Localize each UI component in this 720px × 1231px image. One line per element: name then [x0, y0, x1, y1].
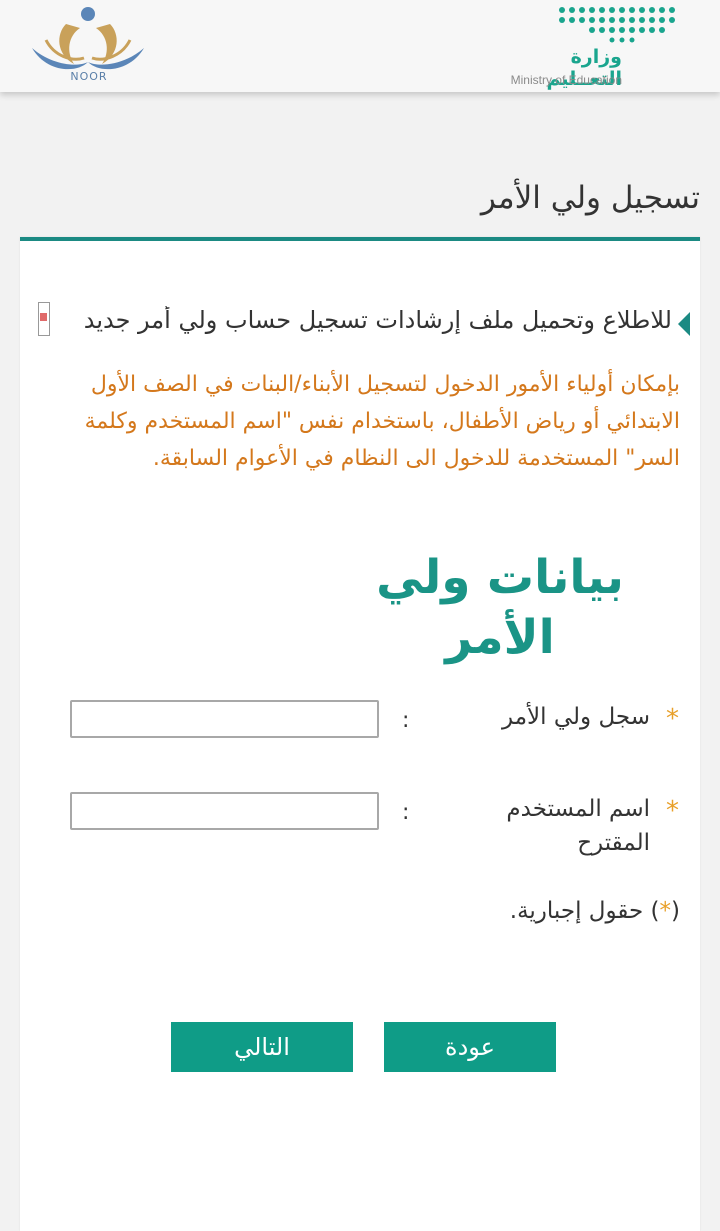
suggested-username-label-line2: المقترح: [577, 830, 650, 856]
top-header: NOOR وزارة التعــليم Ministry of Educati…: [0, 0, 720, 92]
required-note-star: *: [659, 898, 672, 924]
back-button[interactable]: عودة: [384, 1022, 556, 1072]
notice-text: بإمكان أولياء الأمور الدخول لتسجيل الأبن…: [84, 372, 680, 471]
suggested-username-label-line1: اسم المستخدم: [506, 796, 650, 822]
required-fields-note: (*) حقول إجبارية.: [510, 898, 680, 924]
required-note-open: (: [671, 898, 680, 924]
guardian-record-label: سجل ولي الأمر: [502, 704, 650, 730]
required-note-text: ) حقول إجبارية.: [509, 898, 660, 924]
section-title-line1: بيانات ولي: [376, 550, 624, 605]
ministry-name-en: Ministry of Education: [510, 73, 622, 87]
required-star: *: [666, 704, 679, 734]
page-title: تسجيل ولي الأمر: [480, 180, 700, 216]
suggested-username-input[interactable]: [70, 792, 379, 830]
next-button[interactable]: التالي: [171, 1022, 353, 1072]
section-title-line2: الأمر: [445, 610, 555, 665]
caret-left-icon: [678, 312, 690, 336]
field-colon: :: [402, 800, 410, 825]
guide-download-link[interactable]: للاطلاع وتحميل ملف إرشادات تسجيل حساب ول…: [38, 306, 672, 342]
guardian-record-input[interactable]: [70, 700, 379, 738]
section-title: بيانات ولي الأمر: [360, 548, 640, 668]
pdf-file-icon[interactable]: [38, 302, 50, 336]
suggested-username-label: اسم المستخدم المقترح: [506, 792, 650, 860]
field-colon: :: [402, 708, 410, 733]
noor-logo-text: NOOR: [70, 70, 108, 83]
required-star: *: [666, 796, 679, 826]
